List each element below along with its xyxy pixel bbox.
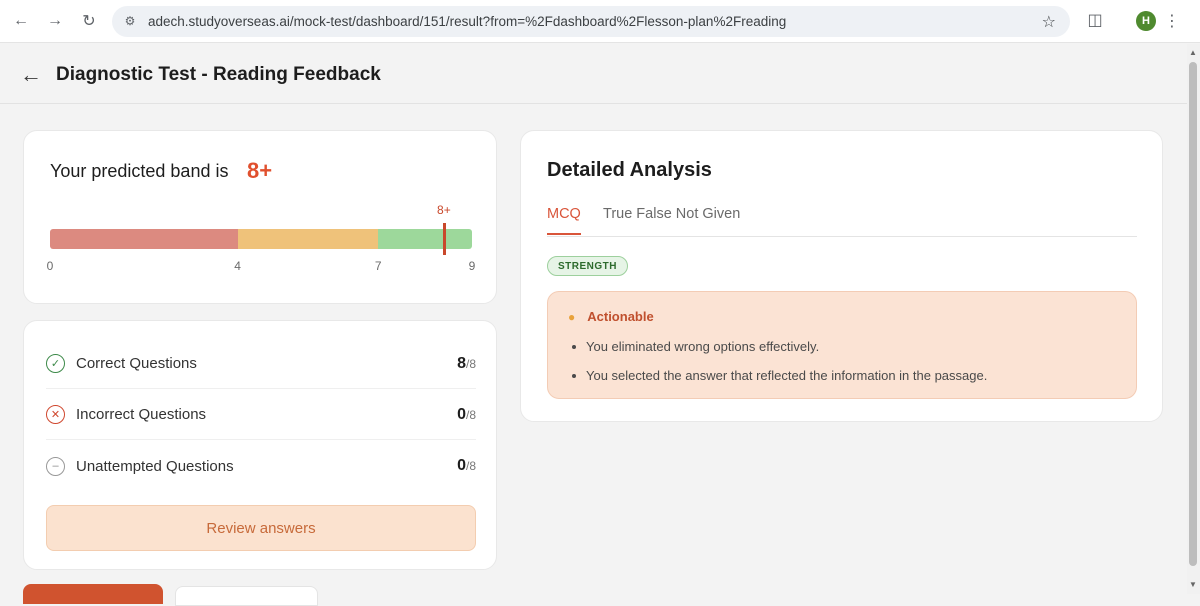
back-icon[interactable]: ← [10, 10, 32, 32]
stat-total: /8 [465, 407, 476, 422]
tab-true-false-not-given[interactable]: True False Not Given [603, 206, 740, 233]
site-settings-icon[interactable]: ⚙ [122, 13, 138, 29]
stat-total: /8 [465, 356, 476, 371]
analysis-title: Detailed Analysis [547, 159, 712, 181]
url-text[interactable]: adech.studyoverseas.ai/mock-test/dashboa… [148, 14, 786, 29]
page-header: ← Diagnostic Test - Reading Feedback [0, 44, 1187, 104]
strength-badge: STRENGTH [547, 256, 628, 276]
bullet-icon [572, 373, 576, 378]
scale-tick: 9 [468, 259, 476, 273]
list-item-text: You eliminated wrong options effectively… [586, 339, 820, 354]
back-arrow-icon[interactable]: ← [20, 62, 42, 88]
forward-icon[interactable]: → [44, 10, 66, 32]
lightbulb-icon: ● [568, 309, 576, 324]
check-icon: ✓ [46, 354, 65, 373]
stat-row-unattempted: – Unattempted Questions 0/8 [46, 441, 476, 491]
bookmark-star-icon[interactable]: ☆ [1042, 12, 1056, 32]
band-scale-bar [50, 229, 472, 249]
band-marker [442, 223, 446, 255]
scroll-thumb[interactable] [1189, 62, 1197, 566]
stat-value: 8 [457, 354, 466, 372]
actionable-title: Actionable [587, 309, 654, 324]
bullet-icon [572, 344, 576, 349]
dash-icon: – [46, 456, 65, 476]
secondary-action-button[interactable] [175, 586, 318, 606]
band-marker-label: 8+ [437, 203, 451, 217]
predicted-band-card: Your predicted band is 8+ 8+ 0 4 7 9 [23, 130, 497, 304]
list-item: You eliminated wrong options effectively… [572, 339, 819, 354]
scroll-down-icon[interactable]: ▼ [1189, 580, 1197, 589]
stat-value: 0 [457, 457, 466, 474]
actionable-box: ● Actionable You eliminated wrong option… [547, 291, 1137, 399]
extensions-icon[interactable]: ◫ [1085, 10, 1105, 30]
list-item: You selected the answer that reflected t… [572, 368, 987, 383]
stat-row-incorrect: ✕ Incorrect Questions 0/8 [46, 390, 476, 440]
x-icon: ✕ [46, 405, 65, 424]
address-bar[interactable]: ⚙ adech.studyoverseas.ai/mock-test/dashb… [112, 6, 1070, 37]
band-segment [50, 229, 238, 249]
band-segment [378, 229, 472, 249]
scale-tick: 0 [46, 259, 54, 273]
list-item-text: You selected the answer that reflected t… [586, 368, 988, 383]
stat-row-correct: ✓ Correct Questions 8/8 [46, 339, 476, 389]
reload-icon[interactable]: ↻ [78, 10, 100, 32]
page-scrollbar[interactable]: ▲ ▼ [1187, 44, 1200, 594]
tab-mcq[interactable]: MCQ [547, 206, 581, 235]
page-title: Diagnostic Test - Reading Feedback [56, 64, 381, 85]
stat-label: Correct Questions [76, 355, 197, 372]
scale-tick: 4 [234, 259, 241, 273]
scroll-up-icon[interactable]: ▲ [1189, 48, 1197, 57]
primary-action-button[interactable] [23, 584, 163, 604]
review-answers-button[interactable]: Review answers [46, 505, 476, 551]
question-stats-card: ✓ Correct Questions 8/8 ✕ Incorrect Ques… [23, 320, 497, 570]
stat-value: 0 [457, 405, 466, 423]
detailed-analysis-card: Detailed Analysis MCQ True False Not Giv… [520, 130, 1163, 422]
analysis-tabs: MCQ True False Not Given [547, 204, 1137, 237]
stat-label: Unattempted Questions [76, 457, 234, 475]
browser-menu-icon[interactable]: ⋮ [1164, 10, 1180, 32]
band-label: Your predicted band is [50, 161, 229, 181]
band-value: 8+ [247, 158, 273, 183]
stat-total: /8 [465, 459, 476, 473]
band-segment [237, 229, 379, 249]
browser-toolbar: ← → ↻ ⚙ adech.studyoverseas.ai/mock-test… [0, 0, 1200, 43]
stat-label: Incorrect Questions [76, 406, 207, 423]
profile-avatar[interactable]: H [1136, 11, 1156, 31]
scale-tick: 7 [374, 259, 382, 273]
